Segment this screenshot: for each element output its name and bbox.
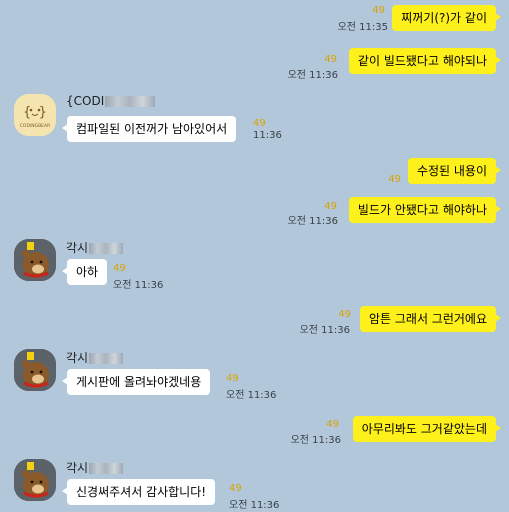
message-time: 11:36 bbox=[253, 130, 282, 141]
redacted-name bbox=[89, 353, 124, 364]
message-time: 오전 11:36 bbox=[290, 435, 341, 446]
message-time: 오전 11:36 bbox=[287, 70, 338, 81]
sender-name: 각시 bbox=[66, 239, 124, 256]
message-bubble[interactable]: 빌드가 안됐다고 해야하나 bbox=[348, 197, 502, 223]
unread-count: 49 bbox=[338, 309, 351, 320]
unread-count: 49 bbox=[226, 373, 239, 384]
sender-name: 각시 bbox=[66, 349, 124, 366]
sender-name: 각시 bbox=[66, 459, 124, 476]
redacted-name bbox=[89, 243, 124, 254]
brown-bear-icon bbox=[14, 349, 56, 391]
message-bubble[interactable]: 수정된 내용이 bbox=[407, 158, 502, 184]
unread-count: 49 bbox=[253, 118, 266, 129]
unread-count: 49 bbox=[372, 5, 385, 16]
avatar[interactable] bbox=[14, 239, 56, 281]
message-time: 오전 11:36 bbox=[113, 280, 164, 291]
avatar[interactable] bbox=[14, 459, 56, 501]
sender-name: {CODI bbox=[66, 94, 156, 108]
avatar[interactable] bbox=[14, 349, 56, 391]
unread-count: 49 bbox=[388, 174, 401, 185]
message-bubble[interactable]: 찌꺼기(?)가 같이 bbox=[392, 5, 501, 31]
message-bubble[interactable]: 아하 bbox=[61, 259, 108, 285]
chat-message-list[interactable]: 찌꺼기(?)가 같이 49 오전 11:35 같이 빌드됐다고 해야되나 49 … bbox=[0, 0, 509, 512]
unread-count: 49 bbox=[324, 54, 337, 65]
message-bubble[interactable]: 컴파일된 이전꺼가 남아있어서 bbox=[61, 116, 237, 142]
redacted-name bbox=[89, 463, 124, 474]
brown-bear-icon bbox=[14, 239, 56, 281]
coding-bear-logo[interactable]: { } CODINGBEAR bbox=[14, 94, 56, 136]
message-bubble[interactable]: 아무리봐도 그거같았는데 bbox=[352, 416, 502, 442]
svg-text:CODINGBEAR: CODINGBEAR bbox=[20, 123, 50, 129]
unread-count: 49 bbox=[229, 483, 242, 494]
message-time: 오전 11:36 bbox=[287, 216, 338, 227]
message-time: 오전 11:36 bbox=[299, 325, 350, 336]
svg-text:{ }: { } bbox=[23, 105, 46, 120]
redacted-name bbox=[105, 96, 156, 107]
message-bubble[interactable]: 신경써주셔서 감사합니다! bbox=[61, 479, 216, 505]
message-bubble[interactable]: 게시판에 올려놔야겠네용 bbox=[61, 369, 211, 395]
brown-bear-icon bbox=[14, 459, 56, 501]
message-bubble[interactable]: 같이 빌드됐다고 해야되나 bbox=[348, 48, 502, 74]
unread-count: 49 bbox=[324, 201, 337, 212]
coding-bear-icon: { } CODINGBEAR bbox=[14, 94, 56, 136]
message-bubble[interactable]: 암튼 그래서 그런거에요 bbox=[359, 306, 502, 332]
message-time: 오전 11:36 bbox=[229, 500, 280, 511]
unread-count: 49 bbox=[326, 419, 339, 430]
message-time: 오전 11:36 bbox=[226, 390, 277, 401]
message-time: 오전 11:35 bbox=[337, 22, 388, 33]
unread-count: 49 bbox=[113, 263, 126, 274]
